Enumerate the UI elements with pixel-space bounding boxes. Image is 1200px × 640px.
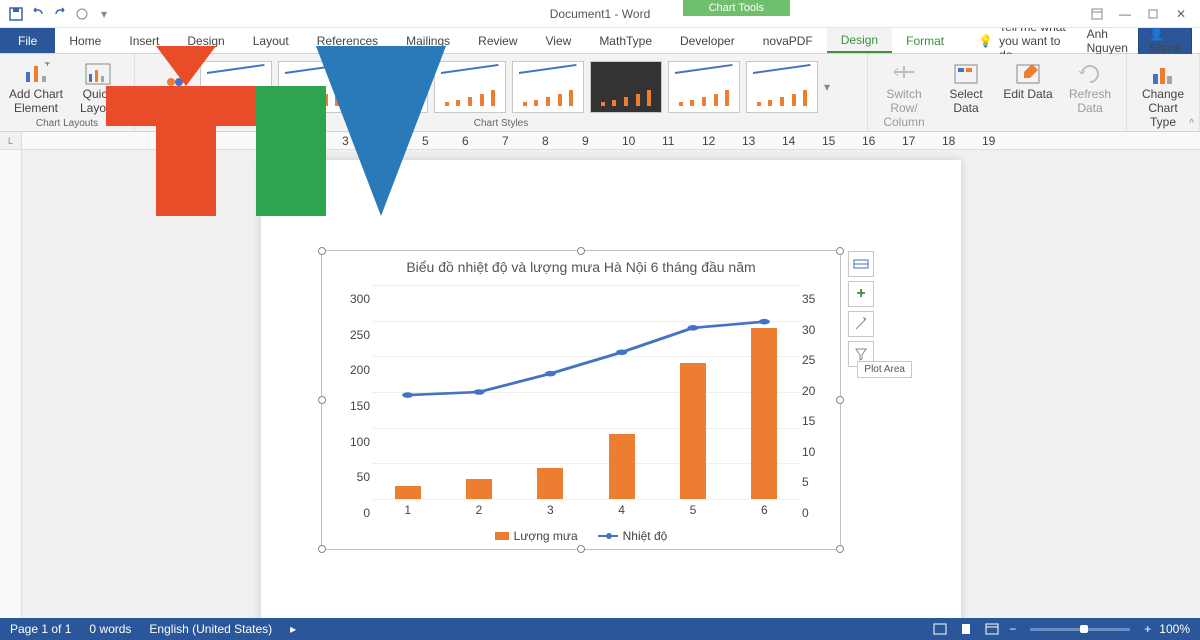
page: Biểu đồ nhiệt độ và lượng mưa Hà Nội 6 t… <box>261 160 961 618</box>
status-macro-icon[interactable]: ▸ <box>290 622 296 636</box>
quick-layout-button[interactable]: Quick Layout <box>70 58 126 116</box>
document-area: Biểu đồ nhiệt độ và lượng mưa Hà Nội 6 t… <box>0 150 1200 618</box>
chart-object[interactable]: Biểu đồ nhiệt độ và lượng mưa Hà Nội 6 t… <box>321 250 841 550</box>
tab-review[interactable]: Review <box>464 28 531 53</box>
layout-options-icon[interactable] <box>848 251 874 277</box>
chart-style-8[interactable] <box>746 61 818 113</box>
legend-bar[interactable]: Lượng mưa <box>495 529 578 543</box>
tab-mailings[interactable]: Mailings <box>392 28 464 53</box>
document-title: Document1 - Word <box>550 7 650 21</box>
chart-elements-icon[interactable]: + <box>848 281 874 307</box>
x-axis: 123456 <box>372 503 800 517</box>
horizontal-ruler: L 12345678910111213141516171819 <box>0 132 1200 150</box>
tab-chart-format[interactable]: Format <box>892 28 958 53</box>
bar-series[interactable] <box>372 285 800 499</box>
zoom-in-icon[interactable]: + <box>1144 622 1151 636</box>
chart-style-6[interactable] <box>590 61 662 113</box>
tab-file[interactable]: File <box>0 28 55 53</box>
chart-style-4[interactable] <box>434 61 506 113</box>
add-chart-element-button[interactable]: + Add Chart Element <box>8 58 64 116</box>
quick-access-toolbar: ▾ <box>0 4 120 24</box>
group-data: Switch Row/ Column Select Data Edit Data… <box>868 54 1127 131</box>
tab-view[interactable]: View <box>532 28 586 53</box>
chart-style-7[interactable] <box>668 61 740 113</box>
tab-novapdf[interactable]: novaPDF <box>749 28 827 53</box>
lightbulb-icon: 💡 <box>978 34 993 48</box>
web-layout-icon[interactable] <box>983 621 1001 637</box>
tab-references[interactable]: References <box>303 28 392 53</box>
chart-title[interactable]: Biểu đồ nhiệt độ và lượng mưa Hà Nội 6 t… <box>322 251 840 279</box>
ruler-corner: L <box>0 132 22 149</box>
change-colors-button[interactable] <box>164 72 194 102</box>
status-bar: Page 1 of 1 0 words English (United Stat… <box>0 618 1200 640</box>
title-bar: ▾ Document1 - Word Chart Tools — ✕ <box>0 0 1200 28</box>
plot-area[interactable]: 050100150200250300 05101520253035 123456 <box>372 285 800 499</box>
chart-style-2[interactable] <box>278 61 350 113</box>
status-page[interactable]: Page 1 of 1 <box>10 622 71 636</box>
zoom-level[interactable]: 100% <box>1159 622 1190 636</box>
change-chart-type-button[interactable]: Change Chart Type <box>1135 58 1191 129</box>
group-chart-styles: ▾ Chart Styles <box>135 54 868 131</box>
tab-design[interactable]: Design <box>173 28 238 53</box>
status-language[interactable]: English (United States) <box>149 622 272 636</box>
tab-layout[interactable]: Layout <box>239 28 303 53</box>
tab-chart-design[interactable]: Design <box>827 28 892 53</box>
collapse-ribbon-icon[interactable]: ^ <box>1189 118 1194 129</box>
chart-side-buttons: + <box>848 251 874 367</box>
zoom-out-icon[interactable]: − <box>1009 622 1016 636</box>
chart-styles-icon[interactable] <box>848 311 874 337</box>
user-area: Anh Nguyen 👤 Share <box>1087 28 1200 53</box>
legend-bar-swatch <box>495 532 509 540</box>
group-chart-layouts: + Add Chart Element Quick Layout Chart L… <box>0 54 135 131</box>
ribbon: + Add Chart Element Quick Layout Chart L… <box>0 54 1200 132</box>
chart-styles-gallery: ▾ <box>158 58 844 116</box>
read-mode-icon[interactable] <box>931 621 949 637</box>
print-layout-icon[interactable] <box>957 621 975 637</box>
chart-tools-contextual-tab: Chart Tools <box>683 0 790 16</box>
zoom-slider[interactable] <box>1030 628 1130 631</box>
ribbon-options-icon[interactable] <box>1084 3 1110 25</box>
legend-line-swatch <box>598 535 618 537</box>
group-label-chart-layouts: Chart Layouts <box>36 116 98 129</box>
tell-me-search[interactable]: 💡 Tell me what you want to do... <box>978 28 1086 53</box>
minimize-icon[interactable]: — <box>1112 3 1138 25</box>
select-data-button[interactable]: Select Data <box>938 58 994 116</box>
tab-home[interactable]: Home <box>55 28 115 53</box>
undo-icon[interactable] <box>28 4 48 24</box>
y-axis-left: 050100150200250300 <box>340 285 370 499</box>
touch-mode-icon[interactable] <box>72 4 92 24</box>
qat-more-icon[interactable]: ▾ <box>94 4 114 24</box>
chart-legend[interactable]: Lượng mưa Nhiệt độ <box>322 529 840 543</box>
vertical-ruler[interactable] <box>0 150 22 618</box>
save-icon[interactable] <box>6 4 26 24</box>
svg-text:+: + <box>44 62 50 70</box>
status-words[interactable]: 0 words <box>89 622 131 636</box>
user-name[interactable]: Anh Nguyen <box>1087 27 1128 55</box>
refresh-data-button: Refresh Data <box>1062 58 1118 116</box>
tab-mathtype[interactable]: MathType <box>585 28 666 53</box>
chart-style-3[interactable] <box>356 61 428 113</box>
close-icon[interactable]: ✕ <box>1168 3 1194 25</box>
redo-icon[interactable] <box>50 4 70 24</box>
chart-style-1[interactable] <box>200 61 272 113</box>
y-axis-right: 05101520253035 <box>802 285 832 499</box>
status-right: − + 100% <box>931 621 1190 637</box>
legend-line[interactable]: Nhiệt độ <box>598 529 668 543</box>
group-label-chart-styles: Chart Styles <box>474 116 528 129</box>
share-icon: 👤 <box>1149 27 1164 41</box>
styles-more-icon[interactable]: ▾ <box>824 80 838 94</box>
chart-style-5[interactable] <box>512 61 584 113</box>
window-controls: — ✕ <box>1084 3 1200 25</box>
tab-insert[interactable]: Insert <box>115 28 173 53</box>
edit-data-button[interactable]: Edit Data <box>1000 58 1056 102</box>
tab-developer[interactable]: Developer <box>666 28 749 53</box>
plot-area-tooltip: Plot Area <box>857 361 912 378</box>
switch-row-column-button: Switch Row/ Column <box>876 58 932 129</box>
maximize-icon[interactable] <box>1140 3 1166 25</box>
ribbon-tabs: File Home Insert Design Layout Reference… <box>0 28 1200 54</box>
ruler-scale[interactable]: 12345678910111213141516171819 <box>22 132 1200 149</box>
page-pane[interactable]: Biểu đồ nhiệt độ và lượng mưa Hà Nội 6 t… <box>22 150 1200 618</box>
